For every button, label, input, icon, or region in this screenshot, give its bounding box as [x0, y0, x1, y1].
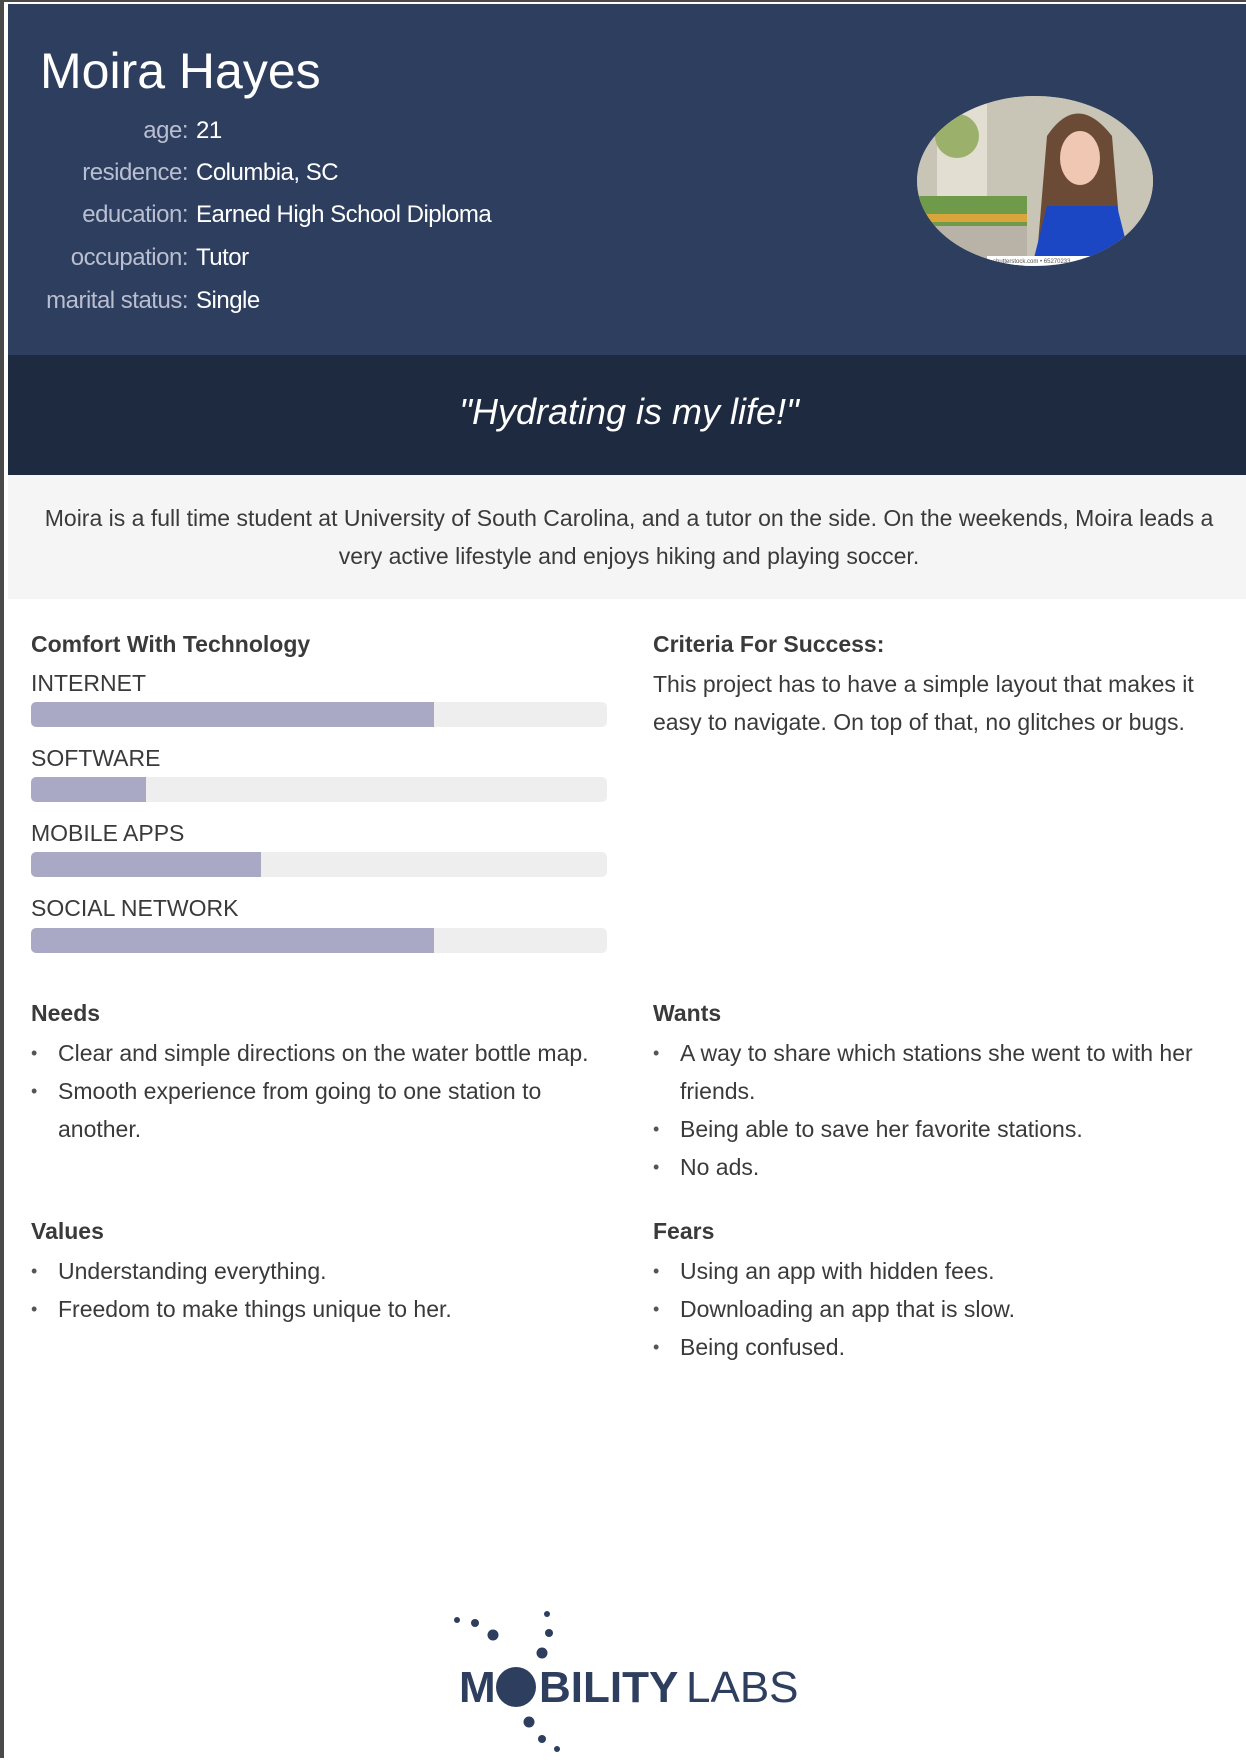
- info-label: occupation:: [70, 244, 189, 271]
- logo-labs: LABS: [686, 1663, 799, 1712]
- comfort-title: Comfort With Technology: [31, 631, 311, 657]
- wants-list: A way to share which stations she went t…: [653, 1034, 1213, 1186]
- list-item: Being confused.: [653, 1328, 1213, 1366]
- info-value: 21: [196, 117, 222, 144]
- info-occupation: occupation: Tutor: [8, 244, 708, 280]
- info-label: education:: [82, 201, 188, 228]
- info-value: Single: [196, 287, 260, 314]
- mobility-labs-logo: M BILITY LABS: [444, 1607, 814, 1757]
- comfort-bar-internet: [31, 702, 607, 727]
- bar-fill: [31, 702, 435, 727]
- persona-photo: shutterstock.com • 65270233: [917, 96, 1153, 266]
- list-item: Freedom to make things unique to her.: [31, 1290, 601, 1328]
- comfort-label-mobile-apps: MOBILE APPS: [31, 820, 185, 846]
- list-item: A way to share which stations she went t…: [653, 1034, 1213, 1110]
- bar-fill: [31, 928, 435, 953]
- wants-title: Wants: [653, 1000, 722, 1026]
- fears-title: Fears: [653, 1218, 715, 1244]
- info-value: Earned High School Diploma: [196, 201, 492, 228]
- criteria-text: This project has to have a simple layout…: [653, 671, 1194, 735]
- bar-fill: [31, 852, 262, 877]
- comfort-bar-mobile-apps: [31, 852, 607, 877]
- info-residence: residence: Columbia, SC: [8, 159, 708, 195]
- bar-fill: [31, 777, 147, 802]
- info-value: Tutor: [196, 244, 249, 271]
- info-age: age: 21: [8, 117, 708, 153]
- list-item: Smooth experience from going to one stat…: [31, 1072, 601, 1148]
- info-value: Columbia, SC: [196, 159, 339, 186]
- logo-bility: BILITY: [539, 1663, 678, 1712]
- values-title: Values: [31, 1218, 104, 1244]
- list-item: No ads.: [653, 1148, 1213, 1186]
- needs-list: Clear and simple directions on the water…: [31, 1034, 601, 1148]
- list-item: Understanding everything.: [31, 1252, 601, 1290]
- comfort-bar-social-network: [31, 928, 607, 953]
- criteria-title: Criteria For Success:: [653, 631, 885, 657]
- list-item: Clear and simple directions on the water…: [31, 1034, 601, 1072]
- values-list: Understanding everything. Freedom to mak…: [31, 1252, 601, 1328]
- comfort-bar-software: [31, 777, 607, 802]
- info-label: marital status:: [46, 287, 188, 314]
- description-band: Moira is a full time student at Universi…: [8, 475, 1246, 599]
- info-marital-status: marital status: Single: [8, 287, 708, 323]
- comfort-label-software: SOFTWARE: [31, 745, 161, 771]
- photo-watermark: shutterstock.com • 65270233: [993, 259, 1071, 265]
- list-item: Being able to save her favorite stations…: [653, 1110, 1213, 1148]
- persona-name: Moira Hayes: [40, 43, 321, 99]
- quote-band: "Hydrating is my life!": [8, 355, 1246, 475]
- persona-header: Moira Hayes age: 21 residence: Columbia, S…: [8, 4, 1246, 355]
- list-item: Using an app with hidden fees.: [653, 1252, 1213, 1290]
- logo-m: M: [459, 1663, 496, 1712]
- list-item: Downloading an app that is slow.: [653, 1290, 1213, 1328]
- info-label: age:: [143, 117, 188, 144]
- persona-quote: "Hydrating is my life!": [459, 391, 799, 432]
- info-label: residence:: [82, 159, 188, 186]
- needs-title: Needs: [31, 1000, 101, 1026]
- comfort-label-social-network: SOCIAL NETWORK: [31, 895, 239, 921]
- info-education: education: Earned High School Diploma: [8, 201, 708, 237]
- persona-description: Moira is a full time student at Universi…: [44, 505, 1214, 569]
- comfort-label-internet: INTERNET: [31, 670, 146, 696]
- fears-list: Using an app with hidden fees. Downloadi…: [653, 1252, 1213, 1366]
